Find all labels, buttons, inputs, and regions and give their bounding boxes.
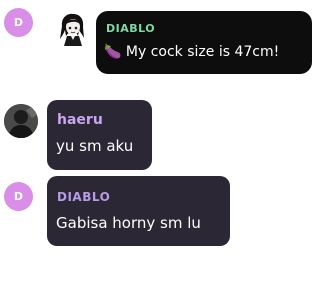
message-bubble-1[interactable]: DIABLO 🍆 My cock size is 47cm! [96,11,312,74]
avatar-diablo[interactable]: D [4,182,33,211]
avatar-diablo-top[interactable]: D [4,8,33,37]
message-text: 🍆 My cock size is 47cm! [104,44,280,60]
chat-screen: D DIABLO 🍆 My cock size is 47cm! haeru y… [0,0,320,297]
message-bubble-2[interactable]: haeru yu sm aku [47,100,152,170]
message-text: yu sm aku [56,137,134,155]
message-text: Gabisa horny sm lu [56,214,201,232]
anime-girl-sticker-icon [56,12,88,46]
sender-name-haeru[interactable]: haeru [57,112,103,128]
message-bubble-3[interactable]: DIABLO Gabisa horny sm lu [47,176,230,246]
avatar-letter: D [13,190,24,203]
sender-name-diablo[interactable]: DIABLO [57,190,110,204]
avatar-haeru[interactable] [4,104,38,138]
user-photo-avatar-icon [4,104,38,138]
avatar-letter: D [13,16,24,29]
sender-name-diablo[interactable]: DIABLO [106,22,155,35]
eggplant-emoji: 🍆 [104,44,122,60]
